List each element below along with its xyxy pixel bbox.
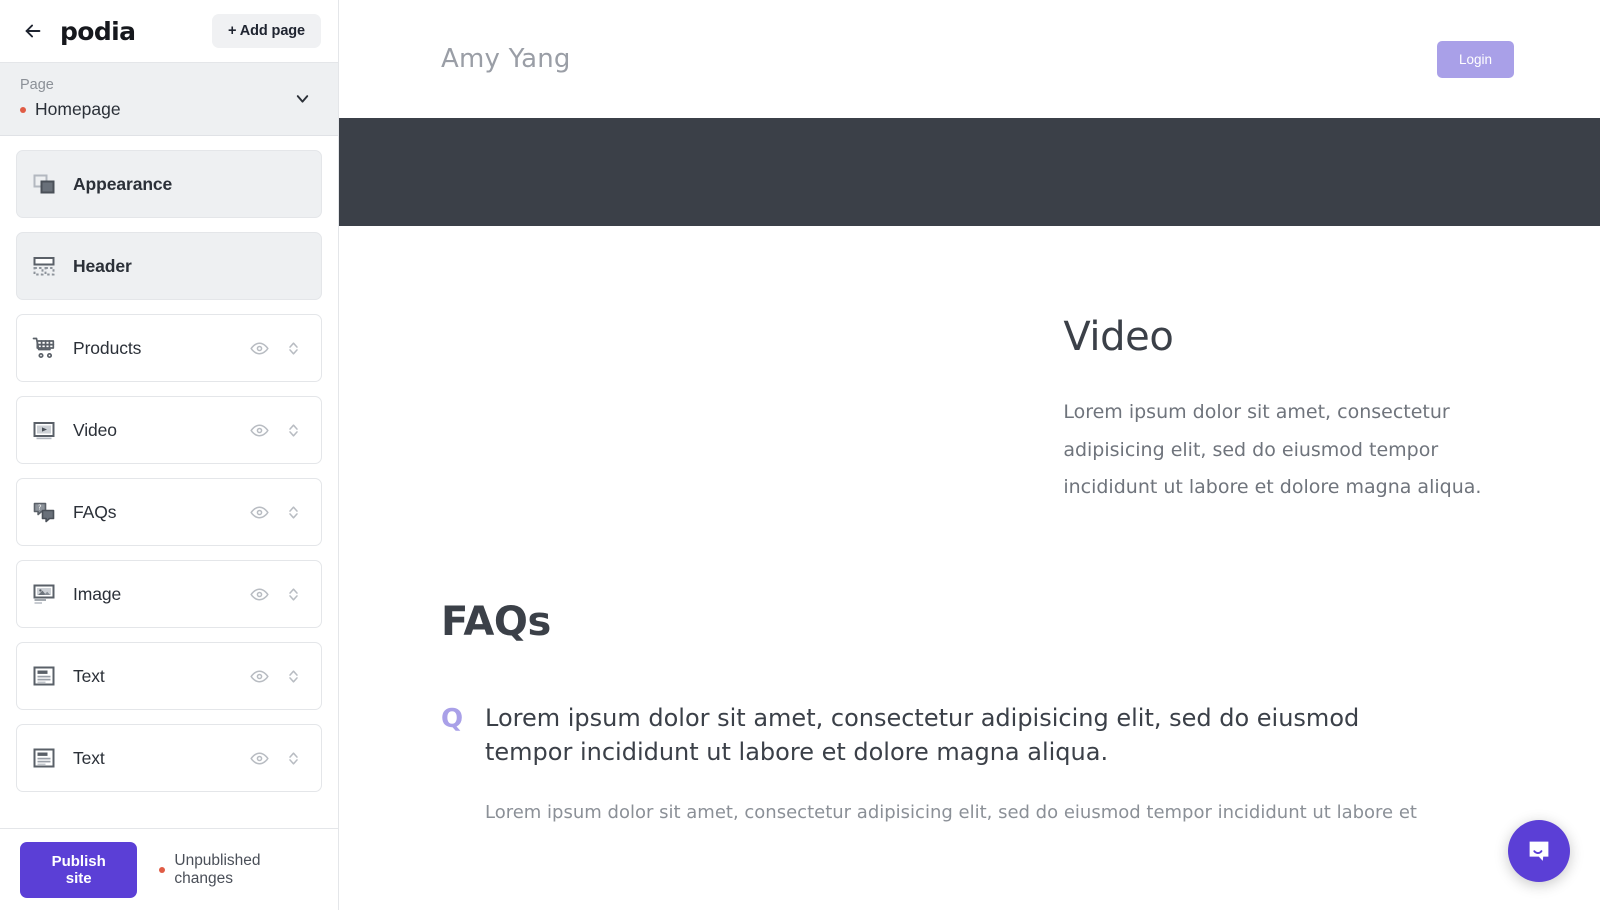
- video-section: Video Lorem ipsum dolor sit amet, consec…: [339, 226, 1600, 507]
- sidebar-item-faqs[interactable]: ? FAQs: [16, 478, 322, 547]
- text-block-icon: [31, 745, 57, 771]
- sidebar-item-header[interactable]: Header: [16, 232, 322, 301]
- sidebar-item-label: Text: [73, 747, 105, 768]
- eye-icon[interactable]: [249, 338, 269, 358]
- sidebar-item-label: FAQs: [73, 501, 117, 522]
- faq-item[interactable]: Q Lorem ipsum dolor sit amet, consectetu…: [441, 701, 1514, 828]
- eye-icon[interactable]: [249, 502, 269, 522]
- faq-question-text: Lorem ipsum dolor sit amet, consectetur …: [485, 703, 1360, 766]
- unpublished-changes-status: Unpublished changes: [159, 852, 318, 888]
- row-actions: [249, 338, 303, 358]
- sidebar-item-text-2[interactable]: Text: [16, 724, 322, 793]
- row-actions: [249, 502, 303, 522]
- podia-logo[interactable]: podia: [60, 17, 136, 46]
- back-arrow-icon[interactable]: [20, 18, 46, 44]
- eye-icon[interactable]: [249, 666, 269, 686]
- sidebar-item-label: Header: [73, 255, 132, 276]
- video-play-icon: [31, 417, 57, 443]
- faq-section-title: FAQs: [441, 598, 551, 645]
- video-section-body: Lorem ipsum dolor sit amet, consectetur …: [1063, 401, 1482, 499]
- video-section-title: Video: [1063, 314, 1174, 360]
- site-brand-name[interactable]: Amy Yang: [441, 44, 571, 74]
- preview-site-header: Amy Yang Login: [339, 0, 1600, 118]
- sidebar-item-text-1[interactable]: Text: [16, 642, 322, 711]
- editor-sidebar: podia + Add page Page Homepage Appearanc…: [0, 0, 339, 910]
- video-player-placeholder[interactable]: [441, 308, 1063, 507]
- video-section-text: Video Lorem ipsum dolor sit amet, consec…: [1063, 308, 1514, 507]
- sidebar-footer: Publish site Unpublished changes: [0, 828, 338, 910]
- site-preview: Amy Yang Login Video Lorem ipsum dolor s…: [339, 0, 1600, 910]
- up-down-chevron-icon[interactable]: [283, 502, 303, 522]
- block-list: Appearance Header Products Video ? FAQs …: [0, 136, 338, 828]
- page-selector-value: Homepage: [35, 98, 121, 119]
- row-actions: [249, 584, 303, 604]
- login-button[interactable]: Login: [1436, 40, 1514, 78]
- chevron-down-icon[interactable]: [293, 89, 312, 108]
- eye-icon[interactable]: [249, 584, 269, 604]
- text-block-icon: [31, 663, 57, 689]
- faq-question-marker: Q: [441, 703, 464, 734]
- page-status-dot: [20, 106, 26, 113]
- page-selector-value-row: Homepage: [20, 98, 293, 122]
- faq-section: FAQs Q Lorem ipsum dolor sit amet, conse…: [339, 507, 1600, 828]
- hero-dark-band: [339, 118, 1600, 226]
- chat-bubble-icon[interactable]: [1508, 820, 1570, 882]
- layers-icon: [31, 171, 57, 197]
- faq-answer-text: Lorem ipsum dolor sit amet, consectetur …: [485, 801, 1417, 823]
- up-down-chevron-icon[interactable]: [283, 666, 303, 686]
- sidebar-item-label: Image: [73, 583, 122, 604]
- page-selector-text: Page Homepage: [20, 75, 293, 121]
- up-down-chevron-icon[interactable]: [283, 748, 303, 768]
- page-selector-label: Page: [20, 77, 54, 93]
- row-actions: [249, 666, 303, 686]
- eye-icon[interactable]: [249, 420, 269, 440]
- publish-site-button[interactable]: Publish site: [20, 841, 138, 898]
- sidebar-item-products[interactable]: Products: [16, 314, 322, 383]
- sidebar-item-video[interactable]: Video: [16, 396, 322, 465]
- chat-question-icon: ?: [31, 499, 57, 525]
- image-icon: [31, 581, 57, 607]
- row-actions: [249, 748, 303, 768]
- sidebar-item-image[interactable]: Image: [16, 560, 322, 629]
- sidebar-item-label: Appearance: [73, 173, 173, 194]
- up-down-chevron-icon[interactable]: [283, 584, 303, 604]
- unpublished-status-dot: [159, 866, 166, 873]
- add-page-button[interactable]: + Add page: [211, 14, 321, 48]
- up-down-chevron-icon[interactable]: [283, 338, 303, 358]
- faq-item-body: Lorem ipsum dolor sit amet, consectetur …: [485, 701, 1445, 828]
- app-root: podia + Add page Page Homepage Appearanc…: [0, 0, 1600, 910]
- sidebar-item-appearance[interactable]: Appearance: [16, 150, 322, 219]
- up-down-chevron-icon[interactable]: [283, 420, 303, 440]
- page-selector[interactable]: Page Homepage: [0, 62, 338, 137]
- header-layout-icon: [31, 253, 57, 279]
- sidebar-item-label: Text: [73, 665, 105, 686]
- eye-icon[interactable]: [249, 748, 269, 768]
- sidebar-item-label: Products: [73, 337, 142, 358]
- row-actions: [249, 420, 303, 440]
- sidebar-item-label: Video: [73, 419, 117, 440]
- unpublished-status-label: Unpublished changes: [174, 851, 261, 887]
- shopping-cart-icon: [31, 335, 57, 361]
- svg-text:?: ?: [38, 504, 42, 512]
- sidebar-topbar: podia + Add page: [0, 0, 338, 62]
